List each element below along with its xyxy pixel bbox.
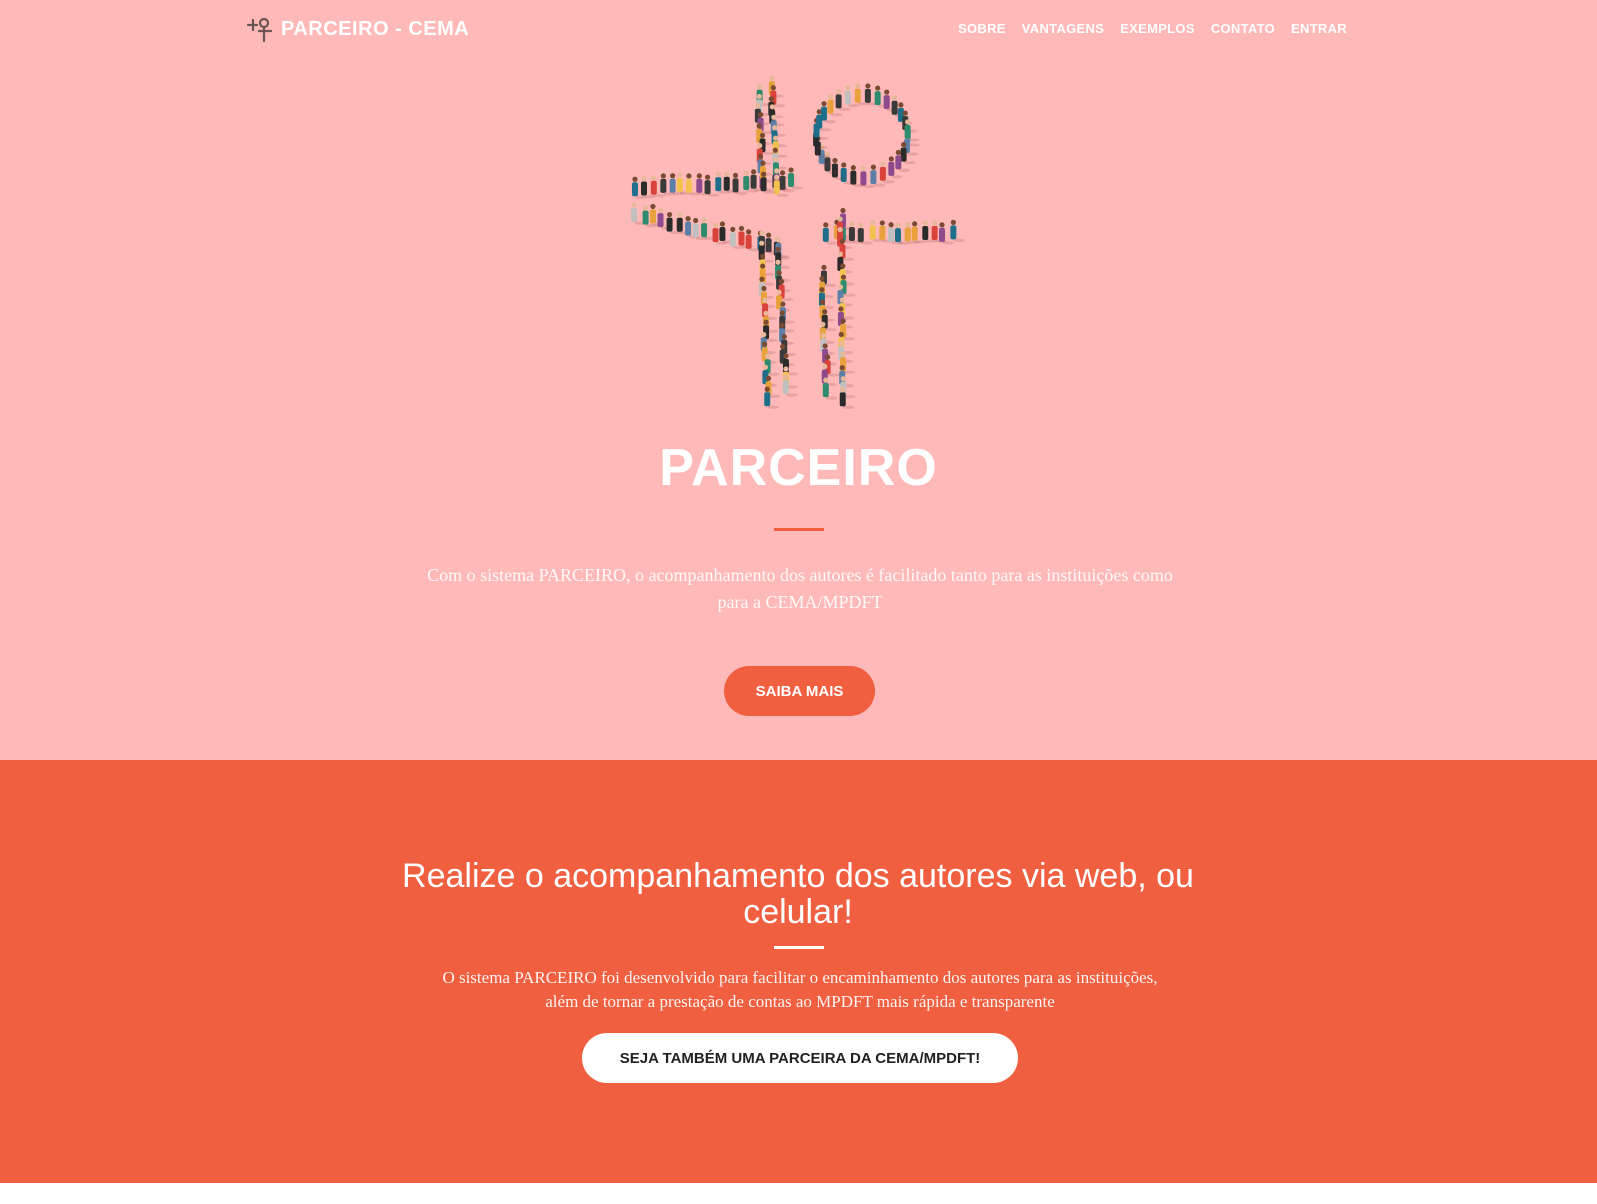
nav-link-exemplos[interactable]: EXEMPLOS [1120,21,1195,36]
nav-link-entrar[interactable]: ENTRAR [1291,21,1347,36]
nav-item-exemplos: EXEMPLOS [1120,20,1195,38]
crowd-person-figure [950,219,966,242]
nav-item-sobre: SOBRE [958,20,1006,38]
crowd-person-figure [788,167,804,190]
top-navbar: PARCEIRO - CEMA SOBRE VANTAGENS EXEMPLOS… [0,0,1597,56]
hero-section: PARCEIRO - CEMA SOBRE VANTAGENS EXEMPLOS… [0,0,1597,760]
hero-description: Com o sistema PARCEIRO, o acompanhamento… [427,565,1173,612]
nav-link-contato[interactable]: CONTATO [1211,21,1275,36]
band-description: O sistema PARCEIRO foi desenvolvido para… [442,968,1158,1011]
crowd-plus-illustration [627,68,977,416]
crowd-person-figure [822,377,838,400]
plus-people-logo-icon [245,15,273,43]
brand-name: PARCEIRO - CEMA [281,17,470,40]
hero-divider [774,528,824,531]
crowd-person-figure [840,318,856,341]
become-partner-button[interactable]: SEJA TAMBÉM UMA PARCEIRA DA CEMA/MPDFT! [582,1033,1018,1083]
nav-menu: SOBRE VANTAGENS EXEMPLOS CONTATO ENTRAR [958,20,1347,38]
saiba-mais-button[interactable]: SAIBA MAIS [724,666,875,716]
hero-title: PARCEIRO [659,439,938,497]
band-title: Realize o acompanhamento dos autores via… [402,857,1194,931]
nav-item-entrar: ENTRAR [1291,20,1347,38]
nav-link-vantagens[interactable]: VANTAGENS [1022,21,1104,36]
crowd-forming-plus-signs-illustration [631,75,966,409]
band-divider [774,946,824,949]
nav-item-vantagens: VANTAGENS [1022,20,1104,38]
features-band: Realize o acompanhamento dos autores via… [0,760,1597,1183]
brand-link[interactable]: PARCEIRO - CEMA [245,14,469,44]
nav-link-sobre[interactable]: SOBRE [958,21,1006,36]
nav-item-contato: CONTATO [1211,20,1275,38]
